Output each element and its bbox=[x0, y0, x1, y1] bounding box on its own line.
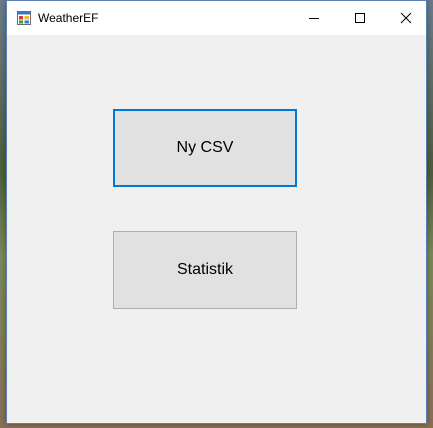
window-title: WeatherEF bbox=[38, 11, 99, 25]
form-client-area: Ny CSV Statistik bbox=[7, 35, 426, 423]
ny-csv-button[interactable]: Ny CSV bbox=[113, 109, 297, 187]
close-icon bbox=[400, 12, 412, 24]
statistik-button-label: Statistik bbox=[176, 261, 233, 278]
statistik-button[interactable]: Statistik bbox=[113, 231, 297, 309]
main-window: WeatherEF Ny CSV Statistik bbox=[6, 0, 427, 424]
form-icon bbox=[17, 11, 31, 25]
ny-csv-button-label: Ny CSV bbox=[176, 139, 234, 156]
minimize-icon bbox=[309, 18, 319, 19]
title-bar[interactable]: WeatherEF bbox=[7, 1, 426, 35]
minimize-button[interactable] bbox=[291, 1, 337, 35]
maximize-button[interactable] bbox=[337, 1, 383, 35]
maximize-icon bbox=[355, 13, 365, 23]
close-button[interactable] bbox=[383, 1, 429, 35]
